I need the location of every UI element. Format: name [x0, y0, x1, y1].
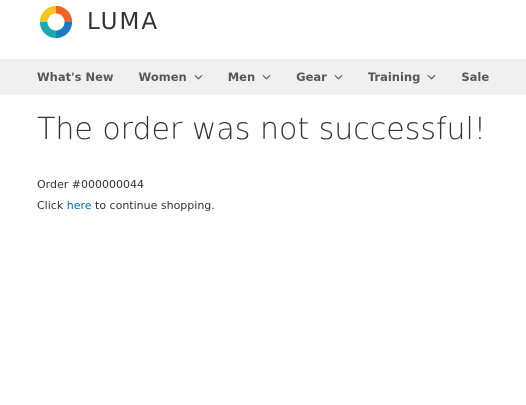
page-title: The order was not successful! [37, 112, 486, 147]
nav-item-label: What's New [37, 70, 114, 84]
chevron-down-icon [334, 74, 343, 80]
continue-suffix: to continue shopping. [91, 199, 215, 212]
page-header: LUMA [0, 0, 526, 59]
nav-item-women[interactable]: Women [139, 59, 203, 95]
nav-item-men[interactable]: Men [228, 59, 271, 95]
chevron-down-icon [427, 74, 436, 80]
nav-item-gear[interactable]: Gear [296, 59, 343, 95]
main-content: The order was not successful! Order #000… [0, 112, 526, 212]
brand-name: LUMA [87, 9, 160, 35]
chevron-down-icon [262, 74, 271, 80]
nav-item-label: Men [227, 70, 256, 84]
nav-item-label: Sale [461, 70, 490, 84]
nav-item-label: Women [138, 70, 187, 84]
nav-item-training[interactable]: Training [368, 59, 437, 95]
chevron-down-icon [194, 74, 203, 80]
continue-prefix: Click [37, 199, 67, 212]
nav-item-sale[interactable]: Sale [461, 59, 489, 95]
nav-item-whats-new[interactable]: What's New [37, 59, 114, 95]
nav-item-label: Gear [296, 70, 327, 84]
main-navigation: What's New Women Men Gear Training Sale [0, 59, 526, 95]
luma-logo-icon [39, 5, 73, 39]
order-number: Order #000000044 [37, 178, 144, 191]
nav-item-label: Training [367, 70, 421, 84]
continue-shopping-link[interactable]: here [67, 199, 92, 212]
luma-logo[interactable]: LUMA [37, 3, 159, 41]
continue-shopping-message: Click here to continue shopping. [37, 199, 526, 212]
